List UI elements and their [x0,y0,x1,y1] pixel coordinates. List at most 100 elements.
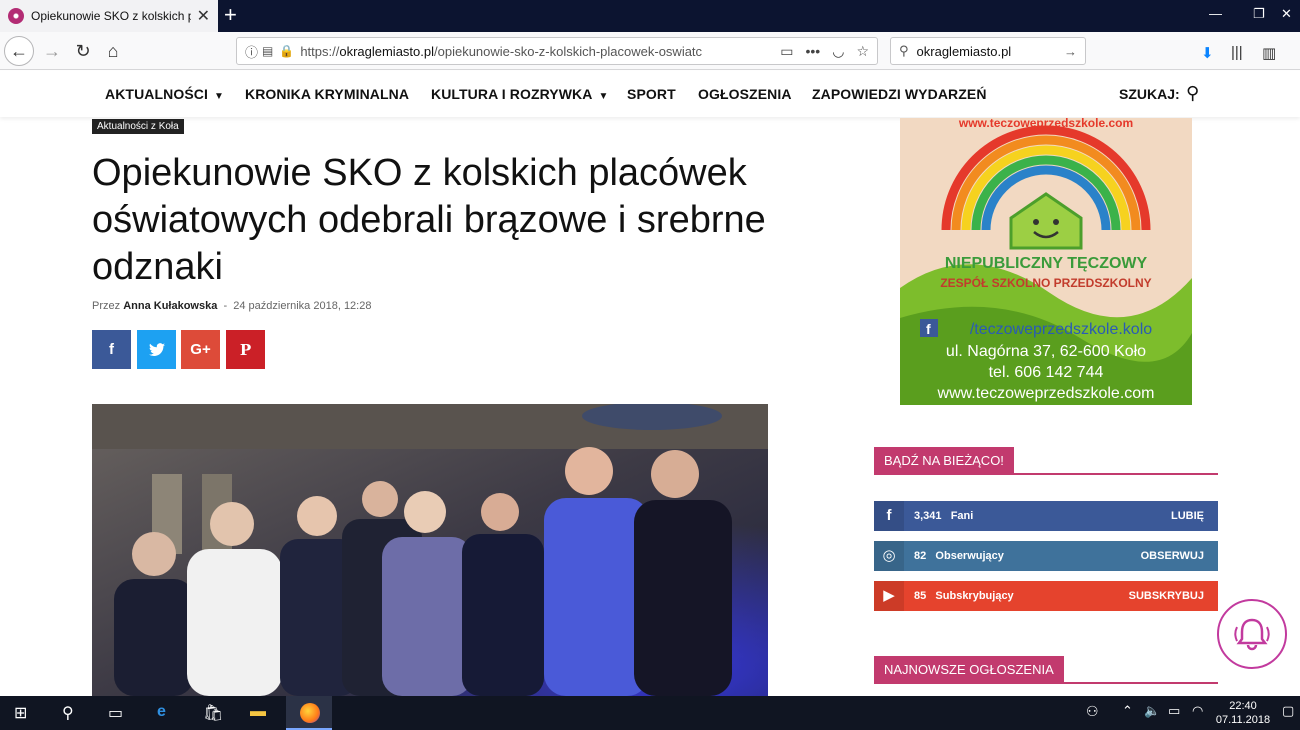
pocket-icon[interactable]: ◡ [832,43,844,60]
url-host: okraglemiasto.pl [339,43,434,59]
browser-tab-strip: Opiekunowie SKO z kolskich pl ✕ + — ❐ ✕ [0,0,1300,32]
nav-item-kronika[interactable]: KRONIKA KRYMINALNA [245,86,409,102]
notification-bell-button[interactable] [1217,599,1287,669]
url-text[interactable]: https://okraglemiasto.pl/opiekunowie-sko… [300,44,768,59]
search-bar[interactable]: ⚲ okraglemiasto.pl → [890,37,1086,65]
taskbar-search-icon[interactable]: ⚲ [62,703,74,723]
clock-date: 07.11.2018 [1215,714,1271,726]
address-bar[interactable]: ⓘ ▤ 🔒 https://okraglemiasto.pl/opiekunow… [236,37,878,65]
share-pinterest-button[interactable]: P [226,330,265,369]
facebook-like-button[interactable]: LUBIĘ [1171,510,1218,522]
meta-by: Przez [92,300,121,312]
volume-icon[interactable]: 🔈 [1144,703,1160,719]
nav-label: KULTURA I ROZRYWKA [431,86,593,102]
nav-item-kultura[interactable]: KULTURA I ROZRYWKA ▼ [431,86,608,102]
system-clock[interactable]: 22:40 07.11.2018 [1214,699,1272,727]
minimize-icon[interactable]: — [1209,6,1222,21]
reader-view-icon[interactable]: ▭ [780,43,793,60]
youtube-count: 85 [914,590,927,602]
task-view-icon[interactable]: ▭ [108,703,123,723]
article-date: 24 października 2018, 12:28 [233,300,372,312]
search-icon: ⚲ [899,43,909,58]
new-tab-icon[interactable]: + [224,4,237,26]
windows-taskbar: ⊞ ⚲ ▭ e 🛍 ▬ ⚇ ⌃ 🔈 ▭ ◠ 22:40 07.11.2018 ▢ [0,696,1300,730]
facebook-follow-row[interactable]: f 3,341 Fani LUBIĘ [874,501,1218,531]
maximize-icon[interactable]: ❐ [1253,6,1265,22]
chevron-down-icon: ▼ [213,91,224,102]
tab-title: Opiekunowie SKO z kolskich pl [31,9,191,23]
wifi-icon[interactable]: ◠ [1192,703,1203,719]
forward-button[interactable]: → [37,36,67,66]
downloads-icon[interactable]: ⬇ [1201,44,1214,62]
author-link[interactable]: Anna Kułakowska [123,300,217,312]
battery-icon[interactable]: ▭ [1168,703,1180,719]
ad-brand-sub: ZESPÓŁ SZKOLNO PRZEDSZKOLNY [940,276,1152,290]
search-go-icon[interactable]: → [1064,44,1077,59]
people-icon[interactable]: ⚇ [1086,703,1099,720]
nav-item-zapowiedzi[interactable]: ZAPOWIEDZI WYDARZEŃ [812,86,987,102]
reload-button[interactable]: ↻ [68,36,98,66]
youtube-label: Subskrybujący [935,590,1014,602]
facebook-count: 3,341 [914,510,942,522]
bookmark-star-icon[interactable]: ☆ [856,43,869,60]
url-prefix: https:// [300,43,340,59]
meta-separator: - [223,300,228,312]
window-close-icon[interactable]: ✕ [1281,6,1292,22]
ads-widget-title: NAJNOWSZE OGŁOSZENIA [874,656,1218,684]
ad-website: www.teczoweprzedszkole.com [937,385,1155,402]
info-icon[interactable]: ⓘ [245,42,258,61]
ad-phone: tel. 606 142 744 [988,364,1104,381]
site-favicon-icon [8,8,24,24]
firefox-icon [300,703,320,723]
share-facebook-button[interactable]: f [92,330,131,369]
library-icon[interactable]: ||| [1231,44,1243,61]
url-path: /opiekunowie-sko-z-kolskich-placowek-osw… [434,43,703,59]
firefox-taskbar-button[interactable] [286,696,332,730]
browser-toolbar: ← → ↻ ⌂ ⓘ ▤ 🔒 https://okraglemiasto.pl/o… [0,32,1300,70]
home-button[interactable]: ⌂ [98,36,128,66]
article-title: Opiekunowie SKO z kolskich placówek oświ… [92,152,766,288]
chevron-down-icon: ▼ [598,91,609,102]
nav-label: AKTUALNOŚCI [105,86,208,102]
windows-start-icon[interactable]: ⊞ [14,703,27,723]
nav-item-aktualnosci[interactable]: AKTUALNOŚCI ▼ [105,86,224,102]
share-gplus-button[interactable]: G+ [181,330,220,369]
gplus-icon: G+ [190,341,211,358]
ad-facebook: /teczoweprzedszkole.kolo [969,321,1153,338]
tray-chevron-icon[interactable]: ⌃ [1122,703,1133,719]
search-label: SZUKAJ: [1119,86,1180,102]
instagram-follow-button[interactable]: OBSERWUJ [1141,550,1218,562]
edge-icon[interactable]: e [157,703,166,721]
ad-address: ul. Nagórna 37, 62-600 Koło [945,343,1147,360]
bell-icon [1234,618,1270,651]
pinterest-icon: P [239,340,252,359]
sidebar-icon[interactable]: ▥ [1262,44,1276,62]
instagram-icon: ◎ [874,541,904,571]
category-badge[interactable]: Aktualności z Koła [92,119,184,134]
twitter-icon [148,342,165,356]
instagram-follow-row[interactable]: ◎ 82 Obserwujący OBSERWUJ [874,541,1218,571]
instagram-label: Obserwujący [935,550,1004,562]
nav-item-sport[interactable]: SPORT [627,86,676,102]
facebook-icon: f [109,341,114,358]
search-value: okraglemiasto.pl [916,43,1012,59]
ad-arc-text: www.teczoweprzedszkole.com [958,118,1134,130]
action-center-icon[interactable]: ▢ [1282,703,1294,719]
browser-tab[interactable]: Opiekunowie SKO z kolskich pl ✕ [0,0,218,32]
site-search-icon[interactable]: ⚲ [1186,83,1199,104]
lock-icon: 🔒 [279,44,295,58]
nav-item-ogloszenia[interactable]: OGŁOSZENIA [698,86,792,102]
youtube-follow-row[interactable]: ▶ 85 Subskrybujący SUBSKRYBUJ [874,581,1218,611]
back-button[interactable]: ← [4,36,34,66]
page-actions-icon[interactable]: ••• [806,43,821,59]
permissions-icon[interactable]: ▤ [262,44,273,58]
article-meta: Przez Anna Kułakowska - 24 października … [92,300,371,312]
advertisement-banner[interactable]: f www.teczoweprzedszkole.com NIEPUBLICZN… [900,118,1192,405]
facebook-icon: f [874,501,904,531]
close-tab-icon[interactable]: ✕ [197,6,210,26]
youtube-subscribe-button[interactable]: SUBSKRYBUJ [1129,590,1218,602]
store-icon[interactable]: 🛍 [203,703,223,723]
ad-brand-top: NIEPUBLICZNY TĘCZOWY [944,255,1148,272]
file-explorer-icon[interactable]: ▬ [250,703,266,721]
share-twitter-button[interactable] [137,330,176,369]
